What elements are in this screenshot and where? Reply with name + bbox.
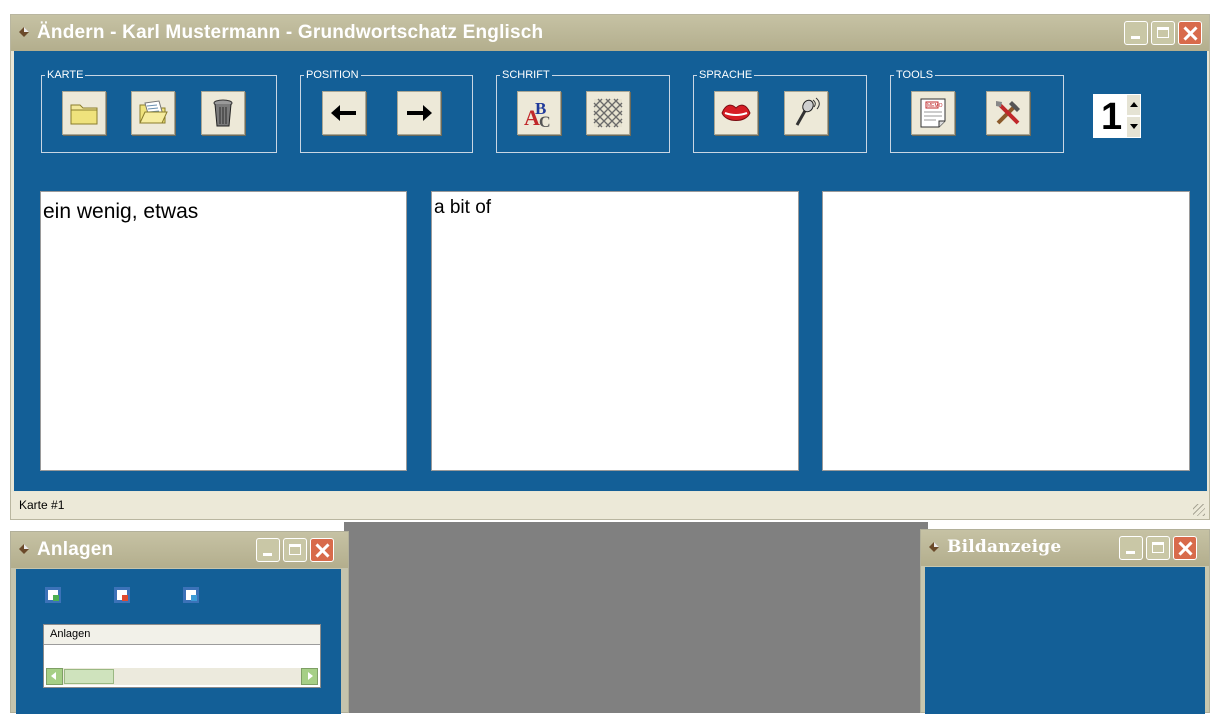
tools-icon	[996, 101, 1020, 125]
attachments-title: Anlagen	[37, 539, 114, 560]
delete-card-button[interactable]	[201, 91, 245, 135]
group-schrift: SCHRIFT ABC	[496, 68, 670, 153]
speak-button[interactable]	[714, 91, 758, 135]
group-label-sprache: SPRACHE	[697, 68, 755, 82]
image-display-title: Bildanzeige	[947, 537, 1062, 557]
next-card-button[interactable]	[397, 91, 441, 135]
scroll-right-button[interactable]	[301, 668, 318, 685]
card-field-english[interactable]: a bit of	[431, 191, 799, 471]
arrow-right-icon	[407, 105, 432, 121]
memo-icon: MEMO	[920, 98, 946, 128]
window-controls	[1124, 21, 1202, 45]
minimize-button[interactable]	[1124, 21, 1148, 45]
scroll-thumb[interactable]	[64, 669, 114, 684]
minimize-button[interactable]	[1119, 536, 1143, 560]
attachments-title-bar[interactable]: Anlagen	[11, 532, 348, 568]
attachments-list-header[interactable]: Anlagen	[44, 625, 320, 645]
group-label-schrift: SCHRIFT	[500, 68, 552, 82]
scroll-left-button[interactable]	[46, 668, 63, 685]
card-field-third[interactable]	[822, 191, 1190, 471]
lips-icon	[721, 104, 751, 121]
status-text: Karte #1	[19, 498, 65, 512]
image-display-title-bar[interactable]: Bildanzeige	[921, 530, 1209, 566]
attachments-panel: Anlagen	[16, 569, 341, 714]
font-button[interactable]: ABC	[517, 91, 561, 135]
close-button[interactable]	[310, 538, 334, 562]
desktop-background	[344, 522, 928, 713]
arrow-left-icon	[331, 105, 356, 121]
microphone-icon	[795, 97, 820, 126]
svg-text:MEMO: MEMO	[927, 103, 943, 109]
abc-font-icon: ABC	[524, 99, 551, 129]
status-bar: Karte #1	[11, 492, 1209, 519]
close-button[interactable]	[1173, 536, 1197, 560]
record-button[interactable]	[784, 91, 828, 135]
open-attachment-icon[interactable]	[182, 586, 200, 604]
image-display-window-controls	[1119, 536, 1197, 560]
minimize-button[interactable]	[256, 538, 280, 562]
spinner-up-button[interactable]	[1127, 95, 1140, 115]
main-title-bar[interactable]: Ändern - Karl Mustermann - Grundwortscha…	[11, 15, 1209, 51]
maximize-button[interactable]	[1146, 536, 1170, 560]
main-window: Ändern - Karl Mustermann - Grundwortscha…	[10, 14, 1210, 520]
app-icon	[19, 544, 29, 554]
maximize-button[interactable]	[1151, 21, 1175, 45]
trash-icon	[213, 99, 233, 127]
card-number-spinner[interactable]: 1	[1093, 94, 1141, 138]
app-icon	[19, 27, 29, 37]
window-title: Ändern - Karl Mustermann - Grundwortscha…	[37, 22, 544, 43]
memo-button[interactable]: MEMO	[911, 91, 955, 135]
group-sprache: SPRACHE	[693, 68, 867, 153]
open-card-button[interactable]	[131, 91, 175, 135]
svg-text:C: C	[539, 114, 551, 129]
card-editor-panel: KARTE POSITION SCHRIFT ABC SPRACHE TOOLS…	[14, 51, 1207, 491]
group-label-karte: KARTE	[45, 68, 86, 82]
previous-card-button[interactable]	[322, 91, 366, 135]
add-attachment-icon[interactable]	[44, 586, 62, 604]
spinner-down-button[interactable]	[1127, 117, 1140, 137]
attachments-list[interactable]: Anlagen	[43, 624, 321, 688]
pattern-icon	[593, 98, 623, 128]
close-button[interactable]	[1178, 21, 1202, 45]
maximize-button[interactable]	[283, 538, 307, 562]
group-label-position: POSITION	[304, 68, 361, 82]
image-display-window: Bildanzeige	[920, 529, 1210, 714]
folder-icon	[70, 104, 98, 125]
horizontal-scrollbar[interactable]	[46, 668, 318, 685]
card-number-value: 1	[1101, 96, 1123, 138]
attachments-window: Anlagen Anlagen	[10, 531, 349, 714]
attachments-window-controls	[256, 538, 334, 562]
group-karte: KARTE	[41, 68, 277, 153]
card-field-german[interactable]: ein wenig, etwas	[40, 191, 407, 471]
resize-grip[interactable]	[1193, 504, 1205, 516]
group-label-tools: TOOLS	[894, 68, 936, 82]
group-position: POSITION	[300, 68, 473, 153]
open-folder-icon	[139, 100, 168, 124]
tools-button[interactable]	[986, 91, 1030, 135]
new-card-button[interactable]	[62, 91, 106, 135]
image-display-panel	[925, 567, 1205, 714]
group-tools: TOOLS MEMO	[890, 68, 1064, 153]
pattern-button[interactable]	[586, 91, 630, 135]
remove-attachment-icon[interactable]	[113, 586, 131, 604]
app-icon	[929, 542, 939, 552]
